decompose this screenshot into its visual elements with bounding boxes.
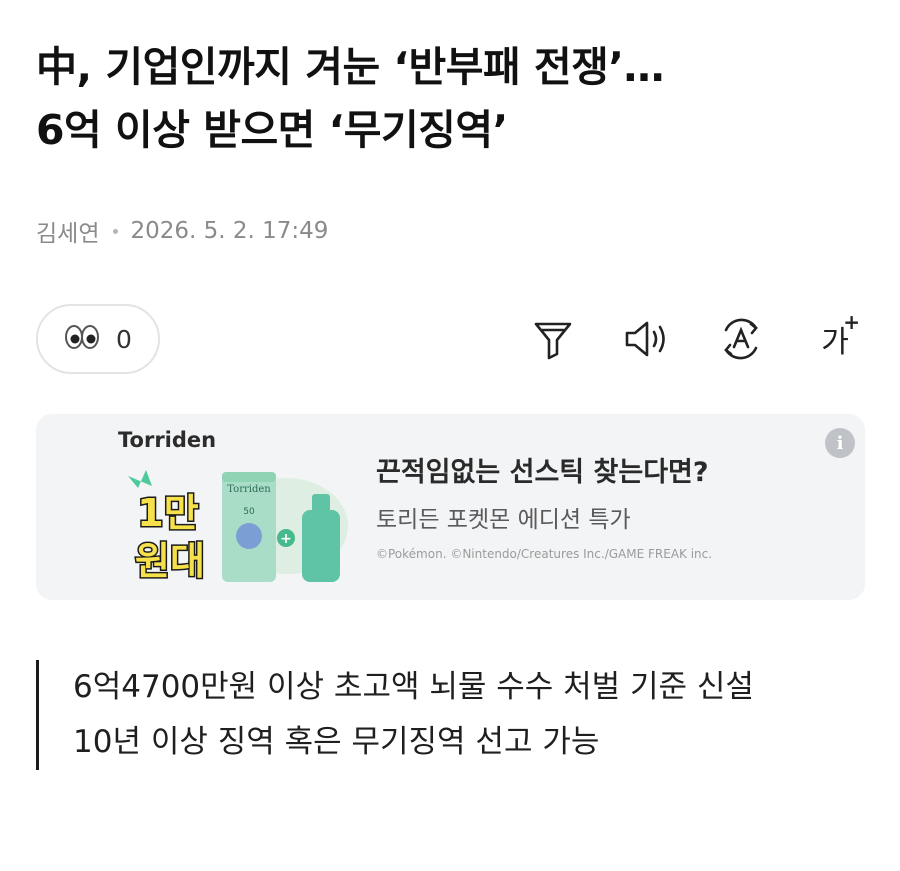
meta-separator bbox=[113, 228, 119, 234]
reaction-button[interactable]: 0 bbox=[36, 304, 160, 374]
eyes-icon bbox=[64, 324, 100, 354]
summary-filter-icon bbox=[532, 318, 574, 360]
publish-datetime: 2026. 5. 2. 17:49 bbox=[130, 218, 329, 244]
listen-button[interactable] bbox=[620, 312, 674, 366]
ad-info-icon[interactable]: i bbox=[825, 428, 855, 458]
ad-brand: Torriden bbox=[118, 428, 217, 452]
badge-line-2: 원대 bbox=[135, 539, 205, 583]
font-size-icon: 가 + bbox=[821, 310, 860, 361]
ad-title: 끈적임없는 선스틱 찾는다면? bbox=[376, 457, 709, 488]
product-image: Torriden 50 + bbox=[222, 472, 348, 582]
ad-subtitle: 토리든 포켓몬 에디션 특가 bbox=[376, 507, 631, 533]
speaker-icon bbox=[623, 318, 671, 360]
ad-copyright: ©Pokémon. ©Nintendo/Creatures Inc./GAME … bbox=[376, 547, 713, 561]
product-label: Torriden bbox=[227, 484, 271, 495]
price-badge: 1만 원대 bbox=[128, 470, 206, 585]
svg-text:+: + bbox=[280, 531, 292, 547]
reaction-count: 0 bbox=[116, 324, 132, 354]
ad-banner[interactable]: Torriden i 1만 원대 Torriden 50 + 끈적임없는 선스틱… bbox=[36, 414, 865, 600]
article-headline: 中, 기업인까지 겨눈 ‘반부패 전쟁’… 6억 이상 받으면 ‘무기징역’ bbox=[36, 36, 876, 162]
author-name[interactable]: 김세연 bbox=[36, 214, 99, 248]
article-toolbar: 가 + bbox=[526, 310, 862, 366]
badge-line-1: 1만 bbox=[137, 491, 198, 535]
product-spf: 50 bbox=[243, 507, 255, 517]
summary-line-1: 6억4700만원 이상 초고액 뇌물 수수 처벌 기준 신설 bbox=[73, 669, 754, 705]
article-summary: 6억4700만원 이상 초고액 뇌물 수수 처벌 기준 신설 10년 이상 징역… bbox=[36, 660, 876, 770]
article-meta: 김세연 2026. 5. 2. 17:49 bbox=[36, 214, 328, 248]
font-size-button[interactable]: 가 + bbox=[808, 310, 862, 366]
translate-button[interactable] bbox=[714, 312, 768, 366]
summary-line-2: 10년 이상 징역 혹은 무기징역 선고 가능 bbox=[73, 724, 600, 760]
headline-line-2: 6억 이상 받으면 ‘무기징역’ bbox=[36, 106, 508, 154]
summary-button[interactable] bbox=[526, 312, 580, 366]
headline-line-1: 中, 기업인까지 겨눈 ‘반부패 전쟁’… bbox=[36, 43, 664, 91]
font-size-plus: + bbox=[843, 310, 860, 334]
translate-icon bbox=[718, 316, 764, 362]
